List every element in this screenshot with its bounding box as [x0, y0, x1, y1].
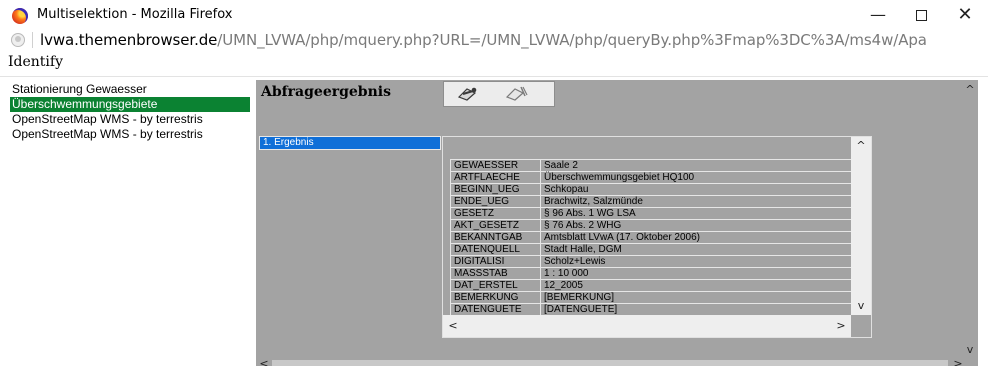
attribute-key: BEMERKUNG [450, 291, 541, 304]
header-divider [0, 76, 988, 77]
attribute-table: GEWAESSER Saale 2 ARTFLAECHE Überschwemmung… [450, 159, 853, 328]
panel-horizontal-scrollbar[interactable]: < > [256, 357, 963, 366]
panel-heading: Abfrageergebnis [261, 84, 391, 100]
scroll-right-arrow-icon[interactable]: > [833, 318, 849, 334]
table-row: BEKANNTGAB Amtsblatt LVwA (17. Oktober 20… [450, 231, 853, 244]
table-row: DIGITALISI Scholz+Lewis [450, 255, 853, 268]
scroll-right-arrow-icon[interactable]: > [950, 356, 966, 366]
table-row: DATENGUETE [DATENGUETE] [450, 303, 853, 316]
attribute-key: DATENGUETE [450, 303, 541, 316]
highlight-feature-icon [505, 86, 528, 101]
attribute-value: Stadt Halle, DGM [540, 243, 853, 256]
url-bar[interactable]: lvwa.themenbrowser.de/UMN_LVWA/php/mquer… [0, 30, 988, 50]
scroll-up-arrow-icon[interactable]: ^ [853, 138, 869, 154]
result-list[interactable]: 1. Ergebnis [259, 136, 441, 150]
scrollbar-corner [851, 315, 871, 337]
attribute-value: § 96 Abs. 1 WG LSA [540, 207, 853, 220]
window-title: Multiselektion - Mozilla Firefox [37, 7, 233, 22]
attribute-value: Brachwitz, Salzmünde [540, 195, 853, 208]
page-title: Identify [8, 54, 63, 70]
table-row: GESETZ § 96 Abs. 1 WG LSA [450, 207, 853, 220]
attribute-value: Schkopau [540, 183, 853, 196]
url-divider [32, 32, 33, 48]
attribute-key: DAT_ERSTEL [450, 279, 541, 292]
attribute-table-frame: GEWAESSER Saale 2 ARTFLAECHE Überschwemmung… [442, 136, 872, 338]
firefox-logo-icon [12, 8, 28, 24]
layer-item[interactable]: OpenStreetMap WMS - by terrestris [10, 112, 250, 127]
attribute-value: 12_2005 [540, 279, 853, 292]
table-row: GEWAESSER Saale 2 [450, 159, 853, 172]
attribute-key: AKT_GESETZ [450, 219, 541, 232]
table-row: ARTFLAECHE Überschwemmungsgebiet HQ100 [450, 171, 853, 184]
window-titlebar: Multiselektion - Mozilla Firefox — ✕ [0, 0, 988, 30]
url-host: lvwa.themenbrowser.de [40, 31, 218, 49]
table-row: BEMERKUNG [BEMERKUNG] [450, 291, 853, 304]
attribute-value: § 76 Abs. 2 WHG [540, 219, 853, 232]
scroll-left-arrow-icon[interactable]: < [256, 356, 272, 366]
zoom-to-feature-icon [457, 87, 477, 101]
result-toolbar [443, 81, 555, 107]
layer-item[interactable]: Stationierung Gewaesser [10, 82, 250, 97]
maximize-button[interactable] [903, 3, 939, 27]
table-row: AKT_GESETZ § 76 Abs. 2 WHG [450, 219, 853, 232]
table-row: DAT_ERSTEL 12_2005 [450, 279, 853, 292]
attribute-key: BEKANNTGAB [450, 231, 541, 244]
attribute-key: GEWAESSER [450, 159, 541, 172]
table-row: DATENQUELL Stadt Halle, DGM [450, 243, 853, 256]
table-row: MASSSTAB 1 : 10 000 [450, 267, 853, 280]
scroll-left-arrow-icon[interactable]: < [445, 318, 461, 334]
attribute-value: Überschwemmungsgebiet HQ100 [540, 171, 853, 184]
attribute-key: DIGITALISI [450, 255, 541, 268]
attribute-value: Scholz+Lewis [540, 255, 853, 268]
scroll-up-arrow-icon[interactable]: ^ [962, 82, 978, 98]
result-item[interactable]: 1. Ergebnis [263, 137, 314, 149]
layer-item[interactable]: OpenStreetMap WMS - by terrestris [10, 127, 250, 142]
attribute-value: [BEMERKUNG] [540, 291, 853, 304]
layer-list: Stationierung Gewaesser Überschwemmungsg… [10, 82, 250, 142]
attribute-key: ARTFLAECHE [450, 171, 541, 184]
panel-vertical-scrollbar[interactable]: ^ v [962, 80, 978, 366]
table-row: ENDE_UEG Brachwitz, Salzmünde [450, 195, 853, 208]
attribute-value: [DATENGUETE] [540, 303, 853, 316]
url-text[interactable]: lvwa.themenbrowser.de/UMN_LVWA/php/mquer… [40, 31, 927, 49]
attribute-key: ENDE_UEG [450, 195, 541, 208]
minimize-button[interactable]: — [860, 3, 896, 27]
attribute-value: Amtsblatt LVwA (17. Oktober 2006) [540, 231, 853, 244]
close-button[interactable]: ✕ [947, 3, 983, 27]
zoom-to-feature-button[interactable] [448, 85, 488, 104]
scroll-down-arrow-icon[interactable]: v [853, 298, 869, 314]
attribute-key: MASSSTAB [450, 267, 541, 280]
attribute-key: DATENQUELL [450, 243, 541, 256]
table-vertical-scrollbar[interactable]: ^ v [851, 137, 871, 315]
highlight-feature-button[interactable] [496, 85, 536, 104]
table-horizontal-scrollbar[interactable]: < > [443, 315, 851, 337]
query-result-panel: Abfrageergebnis 1. Ergebnis GEWAESSER Saa… [256, 80, 978, 366]
attribute-value: Saale 2 [540, 159, 853, 172]
scrollbar-track[interactable] [272, 360, 948, 366]
maximize-icon [915, 10, 927, 21]
attribute-value: 1 : 10 000 [540, 267, 853, 280]
layer-item-selected[interactable]: Überschwemmungsgebiete [10, 97, 250, 112]
table-row: BEGINN_UEG Schkopau [450, 183, 853, 196]
attribute-key: GESETZ [450, 207, 541, 220]
attribute-key: BEGINN_UEG [450, 183, 541, 196]
site-info-icon[interactable] [11, 33, 25, 47]
url-path: /UMN_LVWA/php/mquery.php?URL=/UMN_LVWA/p… [217, 31, 927, 49]
